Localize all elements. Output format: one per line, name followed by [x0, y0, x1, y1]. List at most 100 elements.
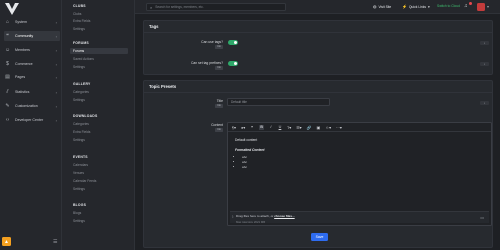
nav-item-pages[interactable]: ▤ Pages ›: [4, 72, 60, 82]
avatar[interactable]: [477, 3, 485, 11]
notification-badge: [469, 2, 472, 5]
scope-badge: Clo: [215, 128, 223, 132]
attach-text: Drag files here to attach, or: [236, 214, 275, 218]
nav-item-customization[interactable]: ✎ Customization ›: [4, 101, 60, 111]
switch-to-cloud-link[interactable]: Switch to Cloud: [437, 4, 460, 8]
collapse-icon: ☰: [53, 239, 58, 245]
title-input[interactable]: Default title: [227, 98, 330, 106]
subnav-link-calendar-feeds[interactable]: Calendar Feeds: [73, 179, 96, 183]
subnav-link-forums-settings[interactable]: Settings: [73, 65, 85, 69]
editor-content[interactable]: Default content Formatted Content abc ab…: [228, 132, 491, 173]
subnav-link-downloads-settings[interactable]: Settings: [73, 138, 85, 142]
content-field-label: Content Clo: [190, 123, 223, 132]
field-options-toggle[interactable]: ▪: [480, 62, 489, 66]
section-title-clubs: CLUBS: [73, 4, 86, 8]
paperclip-icon: ⌇: [232, 215, 234, 219]
field-options-toggle[interactable]: ▪: [480, 41, 489, 45]
choose-files-link[interactable]: choose files...: [274, 214, 294, 218]
list-item: abc: [242, 165, 484, 169]
chart-icon: ⫽: [6, 89, 9, 95]
field-options-toggle[interactable]: ▪: [480, 101, 489, 105]
section-title-blogs: BLOGS: [73, 203, 87, 207]
nav-item-label: Developer Center: [15, 118, 44, 122]
brand-logo[interactable]: [5, 3, 19, 15]
font-color-button[interactable]: ●▾: [241, 125, 245, 130]
save-button[interactable]: Save: [311, 233, 328, 241]
subnav-link-forums[interactable]: Forums: [70, 48, 128, 54]
can-set-tag-prefixes-toggle[interactable]: [228, 61, 238, 66]
section-title-events: EVENTS: [73, 155, 88, 159]
lock-button[interactable]: ▲: [2, 237, 11, 246]
chevron-right-icon: ›: [55, 61, 57, 67]
link-button[interactable]: 🔗: [307, 125, 312, 130]
nav-item-statistics[interactable]: ⫽ Statistics ›: [4, 87, 60, 97]
editor-toolbar: ¶▾ ●▾ ❞ B I U T▾ ☰▾ 🔗 ▣ ☺▾ ⋯▾: [228, 123, 491, 132]
nav-item-label: System: [15, 20, 27, 24]
subnav-link-venues[interactable]: Venues: [73, 171, 84, 175]
content-editor[interactable]: ¶▾ ●▾ ❞ B I U T▾ ☰▾ 🔗 ▣ ☺▾ ⋯▾ Default co…: [227, 122, 492, 226]
editor-line-formatted: Formatted Content: [235, 148, 265, 152]
subnav-link-clubs[interactable]: Clubs: [73, 12, 81, 16]
subnav-link-downloads-categories[interactable]: Categories: [73, 122, 89, 126]
chevron-right-icon: ›: [55, 47, 57, 53]
subnav-link-clubs-settings[interactable]: Settings: [73, 27, 85, 31]
home-icon: ⌂: [5, 19, 10, 25]
nav-item-label: Community: [15, 34, 34, 38]
brush-icon: ✎: [5, 103, 10, 109]
globe-icon: ◍: [373, 4, 377, 9]
can-use-tags-toggle[interactable]: [228, 40, 238, 45]
nav-item-developer-center[interactable]: ‹› Developer Center ›: [4, 115, 60, 125]
dollar-icon: $: [6, 61, 9, 67]
chevron-right-icon: ›: [55, 19, 57, 25]
visit-site-link[interactable]: ◍ Visit Site: [373, 4, 391, 9]
subnav-link-gallery-settings[interactable]: Settings: [73, 98, 85, 102]
attachment-dropzone[interactable]: ⌇ Drag files here to attach, or choose f…: [230, 211, 489, 224]
nav-item-system[interactable]: ⌂ System ›: [4, 17, 60, 27]
subnav-link-saved-actions[interactable]: Saved Actions: [73, 57, 94, 61]
subnav-link-events-settings[interactable]: Settings: [73, 187, 85, 191]
attach-hint: Max total size 2021 MB: [236, 219, 266, 224]
subnav-link-downloads-extra-fields[interactable]: Extra Fields: [73, 130, 90, 134]
subnav-link-blogs[interactable]: Blogs: [73, 211, 81, 215]
nav-item-commerce[interactable]: $ Commerce ›: [4, 59, 60, 69]
text-size-button[interactable]: T▾: [287, 125, 291, 130]
paragraph-format-button[interactable]: ¶▾: [232, 125, 236, 130]
more-button[interactable]: ⋯▾: [336, 125, 342, 130]
can-set-tag-prefixes-label: Can set tag prefixes? Clo: [170, 61, 223, 70]
pages-icon: ▤: [5, 74, 10, 80]
field-label-text: Can use tags?: [201, 40, 223, 44]
field-label-text: Can set tag prefixes?: [190, 61, 223, 65]
chevron-down-icon[interactable]: ▾: [487, 4, 489, 9]
subnav-link-gallery-categories[interactable]: Categories: [73, 90, 89, 94]
main-sidebar: ⌂ System › ❝ Community › ☺ Members › $ C…: [0, 0, 62, 250]
collapse-sidebar-button[interactable]: ☰: [53, 239, 57, 245]
chevron-right-icon: ›: [55, 33, 57, 39]
subnav-link-clubs-extra-fields[interactable]: Extra Fields: [73, 19, 90, 23]
search-icon: ⌕: [150, 4, 153, 10]
image-button[interactable]: ▣: [316, 125, 320, 130]
top-bar: ⌕ Search for settings, members, etc. ◍ V…: [135, 0, 500, 14]
chevron-down-icon: ▾: [428, 4, 430, 9]
chevron-right-icon: ›: [55, 89, 57, 95]
chat-bubbles-icon: ❝: [6, 33, 9, 39]
community-subnav: CLUBS Clubs Extra Fields Settings FORUMS…: [62, 0, 135, 250]
notifications-bell-icon[interactable]: ♫: [464, 3, 468, 9]
list-button[interactable]: ☰▾: [296, 125, 301, 130]
quote-button[interactable]: ❞: [250, 125, 254, 130]
emoji-button[interactable]: ☺▾: [325, 125, 331, 130]
subnav-link-blogs-settings[interactable]: Settings: [73, 219, 85, 223]
nav-item-members[interactable]: ☺ Members ›: [4, 45, 60, 55]
list-item: abc: [242, 155, 484, 159]
italic-button[interactable]: I: [269, 125, 273, 130]
quick-links-menu[interactable]: ⚡ Quick Links ▾: [402, 4, 430, 9]
title-field-label: Title Clo: [190, 99, 223, 108]
chevron-right-icon: ›: [55, 74, 57, 80]
underline-button[interactable]: U: [278, 125, 282, 130]
can-use-tags-label: Can use tags? Clo: [180, 40, 223, 49]
list-item: abc: [242, 160, 484, 164]
nav-item-community[interactable]: ❝ Community ›: [4, 31, 60, 41]
search-input[interactable]: ⌕ Search for settings, members, etc.: [146, 3, 286, 11]
subnav-link-calendars[interactable]: Calendars: [73, 163, 88, 167]
folder-icon[interactable]: ▭: [480, 215, 484, 220]
bold-button[interactable]: B: [259, 124, 264, 130]
